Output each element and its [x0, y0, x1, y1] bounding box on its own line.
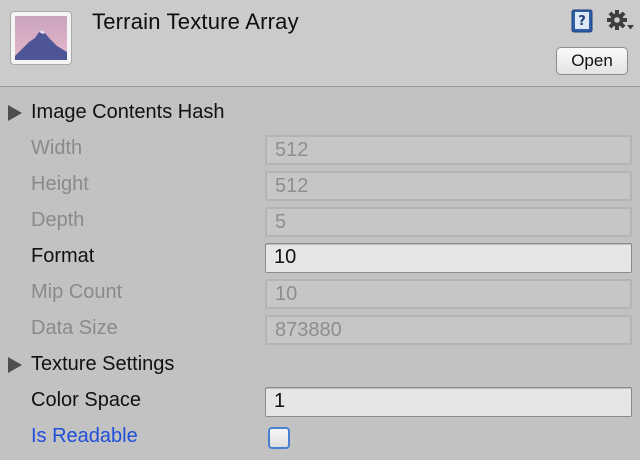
- texture-thumbnail-icon: [10, 11, 72, 65]
- width-field: 512: [265, 135, 632, 165]
- gear-icon[interactable]: [607, 9, 635, 33]
- property-row-format: Format 10: [0, 240, 640, 276]
- help-book-icon[interactable]: ?: [570, 9, 594, 33]
- property-row-is-readable: Is Readable: [0, 420, 640, 456]
- property-label: Color Space: [31, 389, 142, 411]
- is-readable-checkbox[interactable]: [268, 427, 290, 449]
- foldout-arrow-icon[interactable]: [8, 357, 22, 373]
- foldout-texture-settings[interactable]: Texture Settings: [0, 348, 640, 384]
- property-row-color-space: Color Space 1: [0, 384, 640, 420]
- property-label: Format: [31, 245, 95, 267]
- open-button[interactable]: Open: [556, 47, 628, 75]
- property-row-depth: Depth 5: [0, 204, 640, 240]
- mip-count-field: 10: [265, 279, 632, 309]
- property-label: Depth: [31, 209, 85, 231]
- foldout-image-contents-hash[interactable]: Image Contents Hash: [0, 96, 640, 132]
- color-space-field[interactable]: 1: [265, 387, 632, 417]
- section-label: Texture Settings: [31, 353, 175, 375]
- property-label: Height: [31, 173, 89, 195]
- property-label: Is Readable: [31, 425, 138, 447]
- property-row-mip-count: Mip Count 10: [0, 276, 640, 312]
- property-row-height: Height 512: [0, 168, 640, 204]
- property-row-width: Width 512: [0, 132, 640, 168]
- foldout-arrow-icon[interactable]: [8, 105, 22, 121]
- property-label: Mip Count: [31, 281, 123, 303]
- height-field: 512: [265, 171, 632, 201]
- depth-field: 5: [265, 207, 632, 237]
- format-field[interactable]: 10: [265, 243, 632, 273]
- property-row-data-size: Data Size 873880: [0, 312, 640, 348]
- svg-text:?: ?: [578, 14, 586, 29]
- section-label: Image Contents Hash: [31, 101, 225, 123]
- asset-title: Terrain Texture Array: [92, 9, 299, 34]
- property-label: Data Size: [31, 317, 118, 339]
- data-size-field: 873880: [265, 315, 632, 345]
- property-label: Width: [31, 137, 83, 159]
- inspector-header: Terrain Texture Array ? Open: [0, 0, 640, 87]
